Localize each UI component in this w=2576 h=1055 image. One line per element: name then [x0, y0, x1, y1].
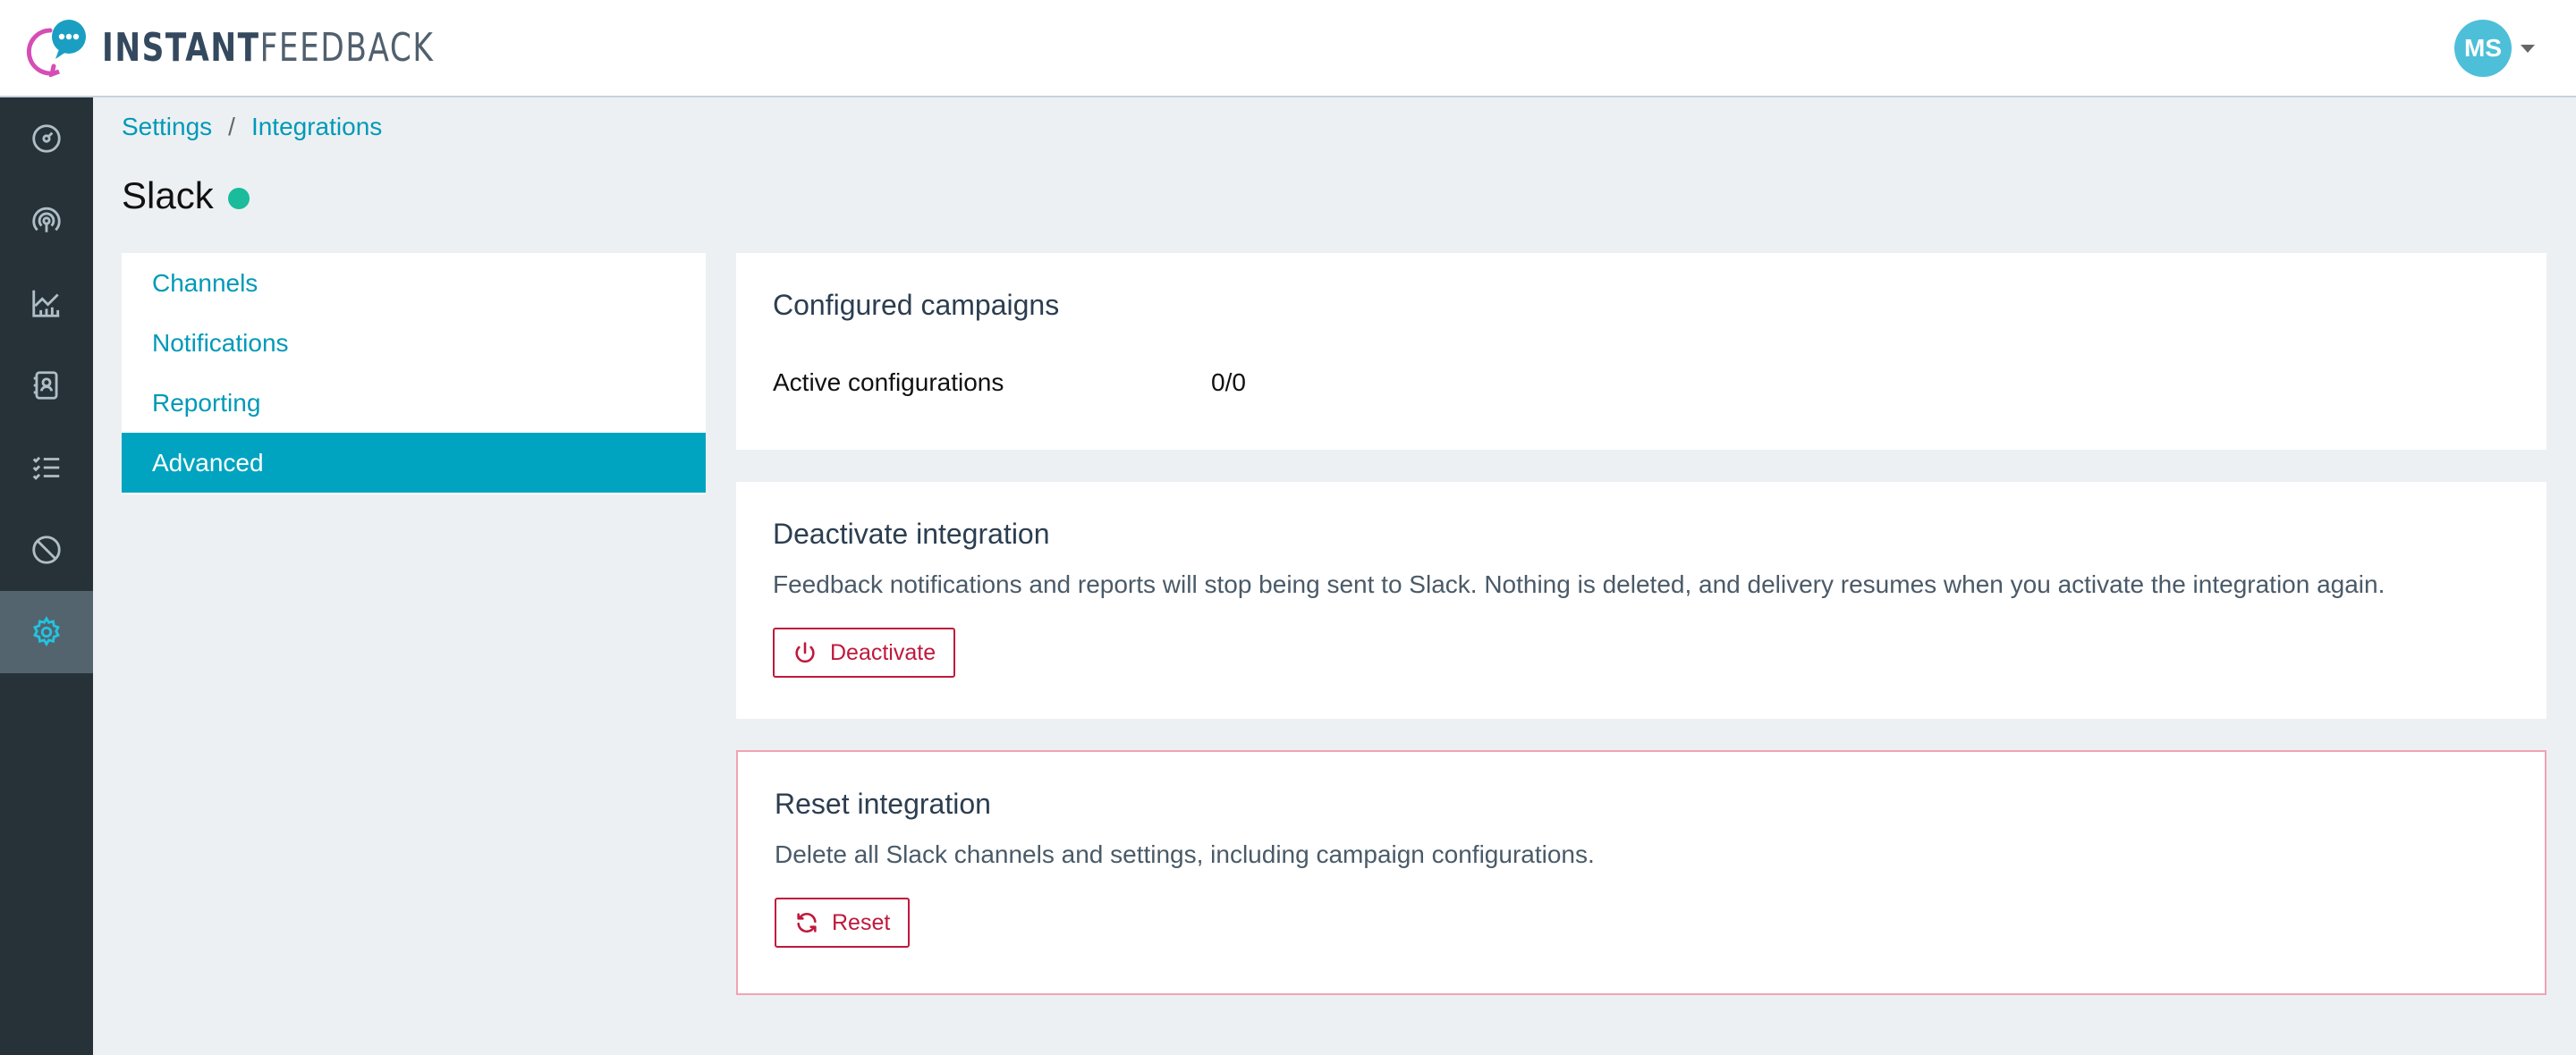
subnav-item-notifications[interactable]: Notifications	[122, 313, 706, 373]
subnav-item-advanced[interactable]: Advanced	[122, 433, 706, 493]
card-description: Feedback notifications and reports will …	[773, 570, 2385, 598]
settings-gear-icon	[33, 616, 60, 647]
reset-button-label: Reset	[832, 909, 891, 935]
page-title: Slack	[122, 174, 214, 216]
logo[interactable]: INSTANTFEEDBACK	[20, 18, 528, 78]
analytics-chart-icon	[32, 290, 60, 317]
nav-dashboard[interactable]	[0, 97, 93, 180]
reset-integration-card: Reset integration Delete all Slack chann…	[736, 750, 2546, 995]
card-title: Reset integration	[775, 788, 991, 820]
user-menu[interactable]: MS	[2454, 20, 2535, 77]
avatar[interactable]: MS	[2454, 20, 2512, 77]
breadcrumb-integrations[interactable]: Integrations	[251, 113, 382, 141]
dashboard-gauge-icon	[32, 124, 61, 153]
active-configurations-row: Active configurations 0/0	[773, 368, 2510, 397]
subnav-item-reporting[interactable]: Reporting	[122, 373, 706, 433]
nav-settings[interactable]	[0, 591, 93, 673]
nav-analytics[interactable]	[0, 262, 93, 344]
power-icon	[795, 642, 815, 663]
nav-blocked[interactable]	[0, 509, 93, 591]
nav-tasks[interactable]	[0, 426, 93, 509]
deactivate-integration-card: Deactivate integration Feedback notifica…	[736, 482, 2546, 719]
contacts-book-icon	[33, 371, 58, 400]
chevron-down-icon[interactable]	[2521, 44, 2535, 53]
card-title: Deactivate integration	[773, 518, 1050, 550]
blocked-icon	[32, 536, 61, 564]
sidebar-rail	[0, 97, 93, 1055]
breadcrumb-settings[interactable]: Settings	[122, 113, 212, 141]
logo-icon	[20, 18, 91, 78]
logo-text-bold: INSTANT	[102, 24, 260, 71]
card-description: Delete all Slack channels and settings, …	[775, 840, 1595, 868]
integration-subnav: Channels Notifications Reporting Advance…	[122, 253, 706, 494]
configured-campaigns-card: Configured campaigns Active configuratio…	[736, 253, 2546, 450]
refresh-icon	[797, 913, 817, 933]
breadcrumb-separator: /	[228, 113, 235, 140]
broadcast-icon	[32, 207, 61, 232]
active-configurations-label: Active configurations	[773, 368, 1004, 396]
status-indicator	[227, 188, 250, 209]
nav-contacts[interactable]	[0, 344, 93, 426]
subnav-item-channels[interactable]: Channels	[122, 253, 706, 313]
breadcrumb: Settings / Integrations	[122, 113, 382, 141]
active-configurations-value: 0/0	[1211, 368, 1246, 396]
deactivate-button-label: Deactivate	[830, 639, 936, 665]
reset-button[interactable]: Reset	[775, 898, 911, 948]
checklist-icon	[32, 456, 60, 480]
page-header: Slack	[122, 174, 250, 217]
nav-broadcast[interactable]	[0, 180, 93, 262]
top-header: INSTANTFEEDBACK MS	[0, 0, 2576, 97]
deactivate-button[interactable]: Deactivate	[773, 628, 956, 678]
logo-text-light: FEEDBACK	[259, 24, 435, 71]
logo-text: INSTANTFEEDBACK	[102, 25, 434, 71]
card-title: Configured campaigns	[773, 289, 1060, 321]
